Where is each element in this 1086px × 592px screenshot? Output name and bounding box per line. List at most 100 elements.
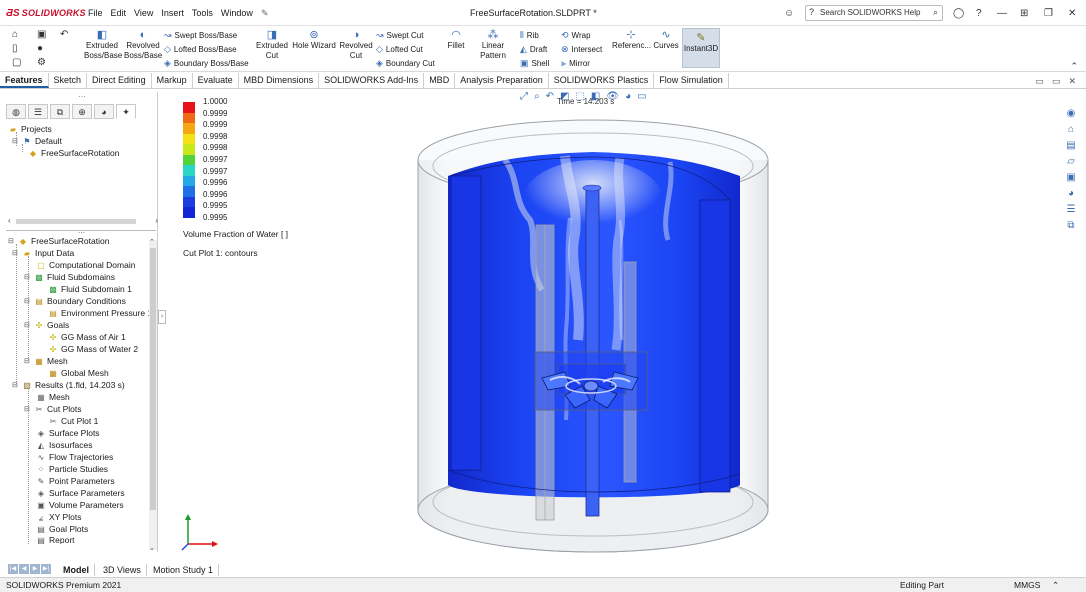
tree-node-goal-plots[interactable]: ▤ Goal Plots [36, 524, 88, 534]
design-library-home-icon[interactable]: ⌂ [1063, 122, 1079, 137]
tab-flow-simulation[interactable]: Flow Simulation [654, 73, 729, 88]
tab-model[interactable]: Model [58, 564, 95, 576]
traffic-light-icon[interactable]: ● [37, 43, 43, 54]
restore-icon[interactable]: ❐ [1044, 8, 1053, 19]
save-icon[interactable]: ▣ [37, 29, 46, 40]
previous-view-icon[interactable]: ↶ [546, 91, 554, 102]
revolved-cut-button[interactable]: ◑ Revolved Cut [338, 29, 374, 61]
fillet-button[interactable]: ◠ Fillet [444, 29, 468, 51]
tree-node-mesh[interactable]: ⊟ ▦ Mesh [24, 356, 68, 366]
lofted-cut-button[interactable]: ◇ Lofted Cut [376, 44, 423, 55]
tree-node-surface-plots[interactable]: ◈ Surface Plots [36, 428, 100, 438]
solidworks-resources-icon[interactable]: ◉ [1063, 106, 1079, 121]
help-icon[interactable]: ? [976, 8, 982, 19]
menu-file[interactable]: File [88, 8, 103, 19]
revolved-boss-button[interactable]: ◐ Revolved Boss/Base [124, 29, 162, 61]
tree-node-particle-studies[interactable]: ⁘ Particle Studies [36, 464, 108, 474]
collapse-ribbon-icon[interactable]: ⌃ [1070, 61, 1078, 72]
shell-button[interactable]: ▣ Shell [520, 58, 549, 69]
tree-node-point-parameters[interactable]: ✎ Point Parameters [36, 476, 115, 486]
tree-node-goal-water[interactable]: ✣ GG Mass of Water 2 [48, 344, 139, 354]
tree-node-xy-plots[interactable]: ⦤ XY Plots [36, 512, 82, 522]
vertical-scrollbar[interactable]: ⌃ ⌄ [149, 238, 157, 552]
options-gear-icon[interactable]: ⚙ [37, 57, 46, 68]
tree-node-fluid-subdomains[interactable]: ⊟ ▩ Fluid Subdomains [24, 272, 115, 282]
zoom-to-fit-icon[interactable]: ⤢ [520, 91, 528, 102]
tree-node-flow-trajectories[interactable]: ∿ Flow Trajectories [36, 452, 114, 462]
close-icon[interactable]: ✕ [1068, 8, 1076, 19]
tree-node-input-data[interactable]: ⊟ ▰ Input Data [12, 248, 74, 258]
file-explorer-icon[interactable]: ▱ [1063, 154, 1079, 169]
edit-appearance-icon[interactable]: ◕ [625, 91, 631, 102]
tree-node-cut-plots[interactable]: ⊟ ✂ Cut Plots [24, 404, 82, 414]
tree-node-boundary-conditions[interactable]: ⊟ ▤ Boundary Conditions [24, 296, 126, 306]
tab-direct-editing[interactable]: Direct Editing [87, 73, 152, 88]
extruded-cut-button[interactable]: ◨ Extruded Cut [254, 29, 290, 61]
swept-boss-button[interactable]: ↝ Swept Boss/Base [164, 30, 237, 41]
linear-pattern-button[interactable]: ⁂ Linear Pattern [468, 29, 518, 61]
tab-analysis-preparation[interactable]: Analysis Preparation [455, 73, 549, 88]
wrap-button[interactable]: ⟲ Wrap [561, 30, 591, 41]
tree-node-computational-domain[interactable]: ▢ Computational Domain [36, 260, 135, 270]
home-icon[interactable]: ⌂ [12, 29, 18, 40]
tab-evaluate[interactable]: Evaluate [193, 73, 239, 88]
scroll-down-icon[interactable]: ⌄ [149, 544, 155, 552]
user-icon[interactable]: ◯ [953, 8, 964, 19]
tab-solidworks-addins[interactable]: SOLIDWORKS Add-Ins [319, 73, 425, 88]
tree-node-volume-parameters[interactable]: ▣ Volume Parameters [36, 500, 123, 510]
next-tab-icon[interactable]: ▶ [30, 564, 40, 574]
tab-mbd-dimensions[interactable]: MBD Dimensions [239, 73, 320, 88]
intersect-button[interactable]: ⊗ Intersect [561, 44, 602, 55]
menu-edit[interactable]: Edit [111, 8, 127, 19]
zoom-area-icon[interactable]: ⌕ [534, 91, 540, 102]
view-settings-icon[interactable]: ▭ [637, 91, 646, 102]
tree-node-isosurfaces[interactable]: ◭ Isosurfaces [36, 440, 93, 450]
menu-insert[interactable]: Insert [161, 8, 184, 19]
search-input[interactable]: ? Search SOLIDWORKS Help ⌕ [805, 5, 943, 21]
tree-node-goals[interactable]: ⊟ ✣ Goals [24, 320, 69, 330]
tab-3d-views[interactable]: 3D Views [98, 564, 147, 576]
tree-node-global-mesh[interactable]: ▦ Global Mesh [48, 368, 109, 378]
tree-node-analysis-root[interactable]: ⊟ ◆ FreeSurfaceRotation [8, 236, 109, 246]
menu-view[interactable]: View [134, 8, 153, 19]
scroll-right-icon[interactable]: › [155, 216, 158, 225]
panel-expand-handle[interactable]: › [158, 310, 166, 324]
doc-close-icon[interactable]: ✕ [1068, 76, 1076, 87]
tree-node-fluid-subdomain-1[interactable]: ▩ Fluid Subdomain 1 [48, 284, 132, 294]
tab-sketch[interactable]: Sketch [49, 73, 88, 88]
minimize-icon[interactable]: — [997, 8, 1007, 19]
first-tab-icon[interactable]: |◀ [8, 564, 18, 574]
menu-window[interactable]: Window [221, 8, 253, 19]
doc-restore-icon[interactable]: ▭ [1052, 76, 1061, 87]
extruded-boss-button[interactable]: ◧ Extruded Boss/Base [84, 29, 122, 61]
menu-tools[interactable]: Tools [192, 8, 213, 19]
scroll-thumb[interactable] [150, 248, 156, 510]
scroll-up-icon[interactable]: ⌃ [149, 238, 155, 246]
tile-icon[interactable]: ⊞ [1020, 8, 1028, 19]
curves-button[interactable]: ∿ Curves [652, 29, 680, 51]
status-units[interactable]: MMGS [1014, 580, 1040, 590]
boundary-boss-button[interactable]: ◈ Boundary Boss/Base [164, 58, 249, 69]
mirror-button[interactable]: ⫸ Mirror [561, 58, 590, 69]
forum-icon[interactable]: ⧉ [1063, 218, 1079, 233]
boundary-cut-button[interactable]: ◈ Boundary Cut [376, 58, 435, 69]
tree-node-surface-parameters[interactable]: ◈ Surface Parameters [36, 488, 125, 498]
last-tab-icon[interactable]: ▶| [41, 564, 51, 574]
smiley-icon[interactable]: ☺ [784, 8, 794, 19]
swept-cut-button[interactable]: ↝ Swept Cut [376, 30, 423, 41]
tab-features[interactable]: Features [0, 73, 49, 88]
units-dropdown-icon[interactable]: ⌃ [1052, 580, 1059, 591]
magnifier-icon[interactable]: ⌕ [933, 7, 938, 18]
custom-properties-icon[interactable]: ☰ [1063, 202, 1079, 217]
view-palette-icon[interactable]: ▣ [1063, 170, 1079, 185]
open-icon[interactable]: ▢ [12, 57, 21, 68]
appearances-icon[interactable]: ◕ [1063, 186, 1079, 201]
tab-motion-study[interactable]: Motion Study 1 [148, 564, 220, 576]
instant3d-button[interactable]: ✎ Instant3D [682, 28, 720, 68]
tab-markup[interactable]: Markup [152, 73, 193, 88]
tree-node-environment-pressure[interactable]: ▤ Environment Pressure 1 [48, 308, 152, 318]
tree-node-report[interactable]: ▤ Report [36, 536, 74, 544]
tab-mbd[interactable]: MBD [424, 73, 456, 88]
hole-wizard-button[interactable]: ⊚ Hole Wizard [292, 29, 336, 51]
tab-solidworks-plastics[interactable]: SOLIDWORKS Plastics [549, 73, 655, 88]
